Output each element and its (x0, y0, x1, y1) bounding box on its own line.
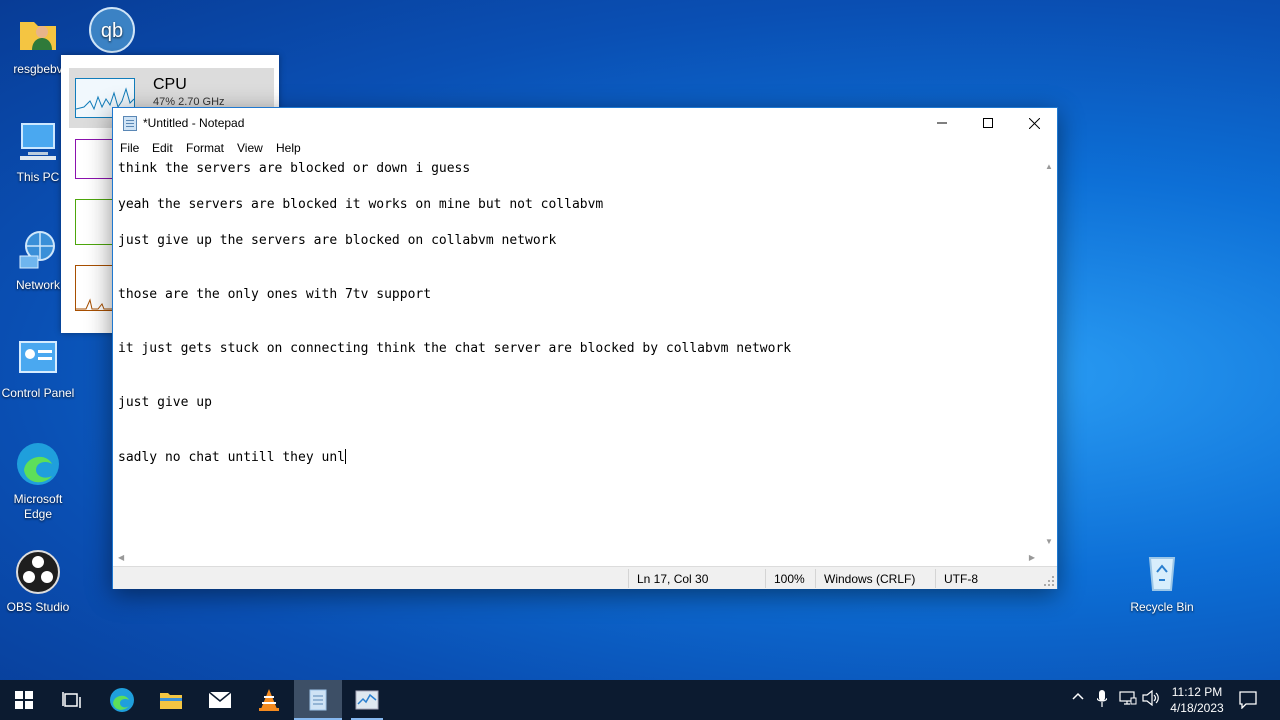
text-line: those are the only ones with 7tv support (118, 287, 432, 302)
volume-icon[interactable] (1142, 689, 1160, 709)
text-line: it just gets stuck on connecting think t… (118, 341, 792, 356)
menu-file[interactable]: File (120, 141, 139, 155)
computer-icon (14, 118, 62, 166)
svg-text:qb: qb (101, 20, 123, 42)
text-line: just give up the servers are blocked on … (118, 233, 557, 248)
notepad-window[interactable]: *Untitled - Notepad File Edit Format Vie… (112, 107, 1058, 589)
status-divider (765, 569, 766, 588)
status-divider (628, 569, 629, 588)
task-manager-icon (355, 690, 379, 710)
taskbar-edge[interactable] (98, 680, 146, 720)
close-button[interactable] (1011, 108, 1057, 138)
minimize-icon (937, 122, 947, 124)
microphone-icon[interactable] (1096, 690, 1108, 711)
taskbar-clock[interactable]: 11:12 PM 4/18/2023 (1160, 684, 1234, 716)
text-line: yeah the servers are blocked it works on… (118, 197, 604, 212)
taskbar-notepad[interactable] (294, 680, 342, 720)
encoding: UTF-8 (944, 572, 978, 586)
file-explorer-icon (160, 693, 182, 709)
notification-icon[interactable] (1239, 691, 1257, 712)
network-icon (14, 226, 62, 274)
window-title: *Untitled - Notepad (143, 116, 245, 130)
start-icon (15, 691, 33, 709)
taskbar-mail[interactable] (196, 680, 244, 720)
obs-icon (14, 548, 62, 596)
taskbar-vlc[interactable] (245, 680, 293, 720)
scroll-down-icon[interactable]: ▼ (1045, 537, 1053, 546)
scroll-right-icon[interactable]: ▶ (1029, 553, 1035, 562)
status-divider (815, 569, 816, 588)
chevron-up-icon[interactable] (1071, 690, 1085, 707)
cpu-title: CPU (153, 76, 187, 93)
text-editor[interactable]: think the servers are blocked or down i … (117, 158, 1041, 550)
edge-icon (110, 688, 134, 712)
resize-grip-icon[interactable] (1044, 576, 1054, 586)
close-icon (1028, 117, 1040, 129)
menu-help[interactable]: Help (276, 141, 301, 155)
text-caret (344, 449, 346, 464)
current-line-text: sadly no chat untill they unl (118, 450, 345, 465)
desktop-icon-edge[interactable]: Microsoft Edge (0, 440, 76, 522)
menu-bar: File Edit Format View Help (113, 138, 1057, 158)
control-panel-icon (14, 334, 62, 382)
notepad-icon (123, 116, 137, 131)
desktop-icon-label: OBS Studio (6, 600, 70, 614)
menu-edit[interactable]: Edit (152, 141, 173, 155)
vertical-scrollbar[interactable]: ▲ ▼ (1041, 158, 1057, 550)
recycle-bin-icon (1138, 548, 1186, 596)
desktop-icon-label: Control Panel (1, 386, 75, 400)
scroll-up-icon[interactable]: ▲ (1045, 162, 1053, 171)
cursor-position: Ln 17, Col 30 (637, 572, 709, 586)
user-folder-icon (14, 10, 62, 58)
task-view-button[interactable] (48, 680, 96, 720)
horizontal-scrollbar[interactable]: ◀ ▶ (113, 550, 1041, 566)
desktop-icon-recycle-bin[interactable]: Recycle Bin (1124, 548, 1200, 615)
line-ending: Windows (CRLF) (824, 572, 916, 586)
maximize-icon (983, 118, 993, 128)
desktop-icon-qbittorrent[interactable]: qb (74, 6, 150, 58)
minimize-button[interactable] (919, 108, 965, 138)
network-icon[interactable] (1119, 690, 1137, 709)
mail-icon (208, 691, 232, 708)
taskbar-file-explorer[interactable] (147, 680, 195, 720)
task-view-icon (62, 692, 81, 708)
edge-icon (14, 440, 62, 488)
title-bar[interactable]: *Untitled - Notepad (113, 108, 1057, 138)
text-line: just give up (118, 395, 212, 410)
zoom-level: 100% (774, 572, 805, 586)
desktop-icon-control-panel[interactable]: Control Panel (0, 334, 76, 401)
menu-format[interactable]: Format (186, 141, 224, 155)
notepad-icon (309, 689, 327, 711)
desktop-icon-label: Microsoft Edge (13, 492, 63, 521)
start-button[interactable] (0, 680, 48, 720)
menu-view[interactable]: View (237, 141, 263, 155)
text-line: think the servers are blocked or down i … (118, 161, 471, 176)
taskbar-task-manager[interactable] (343, 680, 391, 720)
status-bar: Ln 17, Col 30 100% Windows (CRLF) UTF-8 (113, 566, 1057, 589)
taskbar: 11:12 PM 4/18/2023 (0, 680, 1280, 720)
qbittorrent-icon: qb (88, 6, 136, 54)
maximize-button[interactable] (965, 108, 1011, 138)
scroll-left-icon[interactable]: ◀ (118, 553, 124, 562)
vlc-icon (259, 689, 279, 711)
clock-time: 11:12 PM (1171, 685, 1223, 699)
desktop-icon-obs[interactable]: OBS Studio (0, 548, 76, 615)
clock-date: 4/18/2023 (1170, 701, 1224, 715)
text-line-current: sadly no chat untill they unl (118, 449, 346, 465)
status-divider (935, 569, 936, 588)
desktop-icon-label: Recycle Bin (1130, 600, 1194, 614)
